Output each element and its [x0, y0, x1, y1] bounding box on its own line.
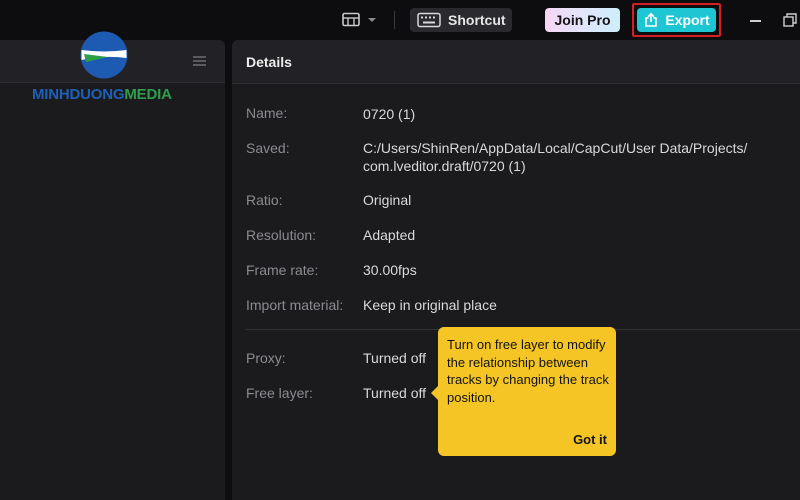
got-it-button[interactable]: Got it — [573, 432, 607, 447]
frame-rate-label: Frame rate: — [246, 262, 319, 278]
logo-text: MINHDUONGMEDIA — [32, 86, 172, 103]
watermark-logo: MINHDUONGMEDIA — [32, 31, 177, 106]
restore-button[interactable] — [782, 12, 798, 28]
tooltip-text: Turn on free layer to modify the relatio… — [447, 337, 609, 405]
name-value: 0720 (1) — [363, 106, 416, 122]
import-material-value: Keep in original place — [363, 297, 497, 313]
restore-icon — [783, 13, 797, 27]
resolution-value: Adapted — [363, 227, 416, 243]
logo-emblem — [80, 31, 128, 79]
shortcut-button[interactable]: Shortcut — [410, 8, 512, 32]
export-label: Export — [665, 12, 710, 28]
proxy-value[interactable]: Turned off — [363, 349, 426, 367]
export-icon — [645, 12, 658, 27]
left-panel — [0, 40, 225, 500]
ratio-value: Original — [363, 192, 412, 208]
resolution-label: Resolution: — [246, 227, 317, 243]
toolbar-divider — [394, 11, 395, 29]
free-layer-value[interactable]: Turned off — [363, 384, 426, 402]
logo-text-part2: MEDIA — [124, 86, 172, 103]
saved-label: Saved: — [246, 140, 290, 156]
menu-icon[interactable] — [192, 54, 208, 68]
layout-button[interactable] — [341, 10, 379, 30]
minimize-button[interactable] — [748, 12, 764, 28]
layout-icon — [342, 12, 360, 27]
logo-text-part1: MINHDUONG — [32, 86, 125, 103]
keyboard-icon — [417, 12, 441, 28]
frame-rate-value: 30.00fps — [363, 262, 417, 278]
details-title: Details — [246, 54, 292, 70]
proxy-label: Proxy: — [246, 350, 286, 366]
export-button[interactable]: Export — [637, 8, 716, 32]
free-layer-tooltip: Turn on free layer to modify the relatio… — [431, 327, 616, 456]
saved-value-line1: C:/Users/ShinRen/AppData/Local/CapCut/Us… — [363, 140, 748, 156]
details-header: Details — [232, 40, 800, 84]
name-label: Name: — [246, 105, 288, 121]
saved-value-line2: com.lveditor.draft/0720 (1) — [363, 158, 526, 174]
import-material-label: Import material: — [246, 297, 344, 313]
ratio-label: Ratio: — [246, 192, 283, 208]
join-pro-button[interactable]: Join Pro — [545, 8, 620, 32]
shortcut-label: Shortcut — [448, 12, 506, 28]
free-layer-label: Free layer: — [246, 385, 313, 401]
join-pro-label: Join Pro — [554, 12, 611, 28]
chevron-down-icon — [368, 18, 376, 22]
